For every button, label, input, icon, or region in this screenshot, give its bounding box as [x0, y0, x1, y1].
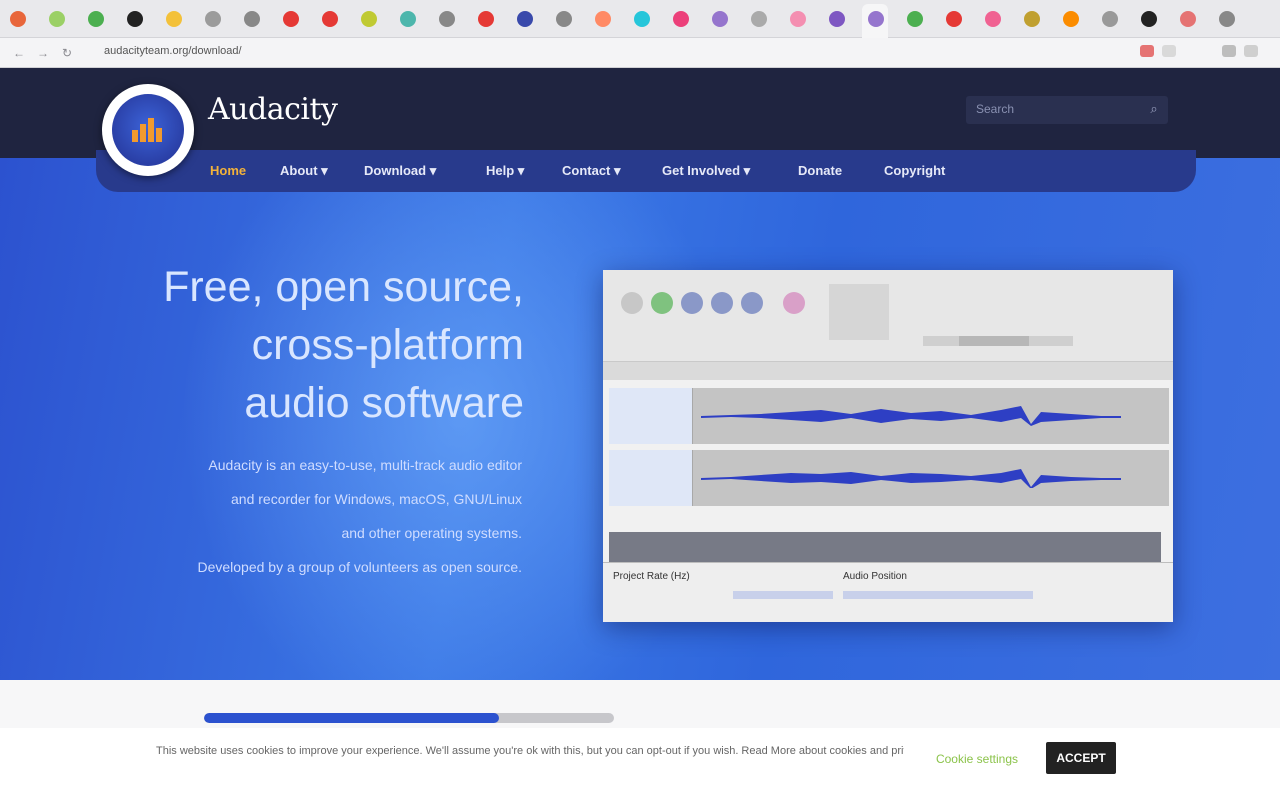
position-field: [843, 591, 1033, 599]
nav-copyright[interactable]: Copyright: [884, 163, 945, 181]
download-progress-bar: [204, 713, 614, 723]
nav-contact[interactable]: Contact ▾: [562, 163, 621, 181]
nav-download[interactable]: Download ▾: [364, 163, 436, 181]
tab-favicon-icon[interactable]: [790, 11, 806, 27]
pause-icon: [621, 292, 643, 314]
cookie-notice-text: This website uses cookies to improve you…: [156, 745, 904, 757]
hero-desc-line: Developed by a group of volunteers as op…: [197, 559, 522, 575]
tab-favicon-icon[interactable]: [322, 11, 338, 27]
nav-donate[interactable]: Donate: [798, 163, 842, 181]
tab-favicon-icon[interactable]: [985, 11, 1001, 27]
rate-field: [733, 591, 833, 599]
skip-start-icon: [711, 292, 733, 314]
logo-icon: [112, 94, 184, 166]
cookie-settings-link[interactable]: Cookie settings: [930, 746, 1024, 772]
tab-favicon-icon[interactable]: [1102, 11, 1118, 27]
tab-favicon-icon[interactable]: [49, 11, 65, 27]
hero-title-line: Free, open source,: [163, 263, 524, 311]
reload-icon[interactable]: ↻: [60, 46, 74, 60]
url-field[interactable]: audacityteam.org/download/: [104, 43, 304, 59]
screenshot-toolbar: [603, 270, 1173, 362]
tab-favicon-icon[interactable]: [1024, 11, 1040, 27]
nav-about[interactable]: About ▾: [280, 163, 328, 181]
tab-favicon-icon[interactable]: [907, 11, 923, 27]
tab-favicon-icon[interactable]: [88, 11, 104, 27]
forward-icon[interactable]: →: [36, 46, 50, 60]
project-rate-label: Project Rate (Hz): [613, 571, 690, 582]
audio-position-label: Audio Position: [843, 571, 907, 582]
hero-description: Audacity is an easy-to-use, multi-track …: [118, 448, 522, 584]
track-control-panel: [609, 388, 693, 444]
main-nav: Home About ▾ Download ▾ Help ▾ Contact ▾…: [96, 150, 1196, 192]
tab-favicon-icon[interactable]: [478, 11, 494, 27]
audio-track: [609, 388, 1169, 444]
tab-favicon-icon[interactable]: [166, 11, 182, 27]
tab-favicon-icon[interactable]: [439, 11, 455, 27]
tab-favicon-icon[interactable]: [1219, 11, 1235, 27]
tab-favicon-icon[interactable]: [400, 11, 416, 27]
waveform: [701, 469, 1121, 488]
hero-desc-line: and other operating systems.: [341, 525, 522, 541]
empty-track-area: [609, 532, 1161, 562]
site-logo[interactable]: [102, 84, 194, 176]
hero-title: Free, open source, cross-platform audio …: [118, 258, 524, 432]
track-control-panel: [609, 450, 693, 506]
tab-favicon-icon[interactable]: [556, 11, 572, 27]
tab-favicon-icon[interactable]: [244, 11, 260, 27]
extension-icon[interactable]: [1162, 45, 1176, 57]
tab-favicon-icon[interactable]: [595, 11, 611, 27]
tab-favicon-icon[interactable]: [673, 11, 689, 27]
tab-favicon-icon[interactable]: [283, 11, 299, 27]
tab-favicon-icon[interactable]: [634, 11, 650, 27]
tab-favicon-icon[interactable]: [751, 11, 767, 27]
tab-favicon-icon[interactable]: [868, 11, 884, 27]
tab-favicon-icon[interactable]: [127, 11, 143, 27]
app-screenshot[interactable]: Project Rate (Hz) Audio Position: [603, 270, 1173, 622]
tab-favicon-icon[interactable]: [1063, 11, 1079, 27]
hero-desc-line: Audacity is an easy-to-use, multi-track …: [208, 457, 522, 473]
back-icon[interactable]: ←: [12, 46, 26, 60]
nav-help[interactable]: Help ▾: [486, 163, 524, 181]
tab-favicon-icon[interactable]: [517, 11, 533, 27]
tab-favicon-icon[interactable]: [1141, 11, 1157, 27]
search-placeholder: Search: [976, 102, 1015, 116]
hero-title-line: audio software: [244, 379, 524, 427]
record-icon: [783, 292, 805, 314]
timeline-ruler: [603, 362, 1173, 380]
skip-end-icon: [741, 292, 763, 314]
browser-tab-strip: [0, 0, 1280, 38]
play-icon: [651, 292, 673, 314]
menu-icon[interactable]: [1244, 45, 1258, 57]
extension-icon[interactable]: [1140, 45, 1154, 57]
meter-level: [959, 336, 1029, 346]
hero-title-line: cross-platform: [251, 321, 524, 369]
stop-icon: [681, 292, 703, 314]
tab-favicon-icon[interactable]: [205, 11, 221, 27]
tab-favicon-icon[interactable]: [946, 11, 962, 27]
waveform: [701, 406, 1121, 426]
hero-desc-line: and recorder for Windows, macOS, GNU/Lin…: [231, 491, 522, 507]
nav-get-involved[interactable]: Get Involved ▾: [662, 163, 750, 181]
tools-panel: [829, 284, 889, 340]
brand-name[interactable]: Audacity: [208, 92, 338, 127]
audio-track: [609, 450, 1169, 506]
tab-favicon-icon[interactable]: [829, 11, 845, 27]
profile-icon[interactable]: [1222, 45, 1236, 57]
download-progress-fill: [204, 713, 500, 723]
search-box[interactable]: Search ⌕: [966, 96, 1168, 124]
nav-home[interactable]: Home: [210, 163, 246, 181]
search-icon[interactable]: ⌕: [1146, 101, 1162, 117]
tab-favicon-icon[interactable]: [10, 11, 26, 27]
tab-favicon-icon[interactable]: [361, 11, 377, 27]
cookie-accept-button[interactable]: ACCEPT: [1046, 742, 1116, 774]
selection-toolbar: Project Rate (Hz) Audio Position: [603, 562, 1173, 622]
tab-favicon-icon[interactable]: [1180, 11, 1196, 27]
tab-favicon-icon[interactable]: [712, 11, 728, 27]
